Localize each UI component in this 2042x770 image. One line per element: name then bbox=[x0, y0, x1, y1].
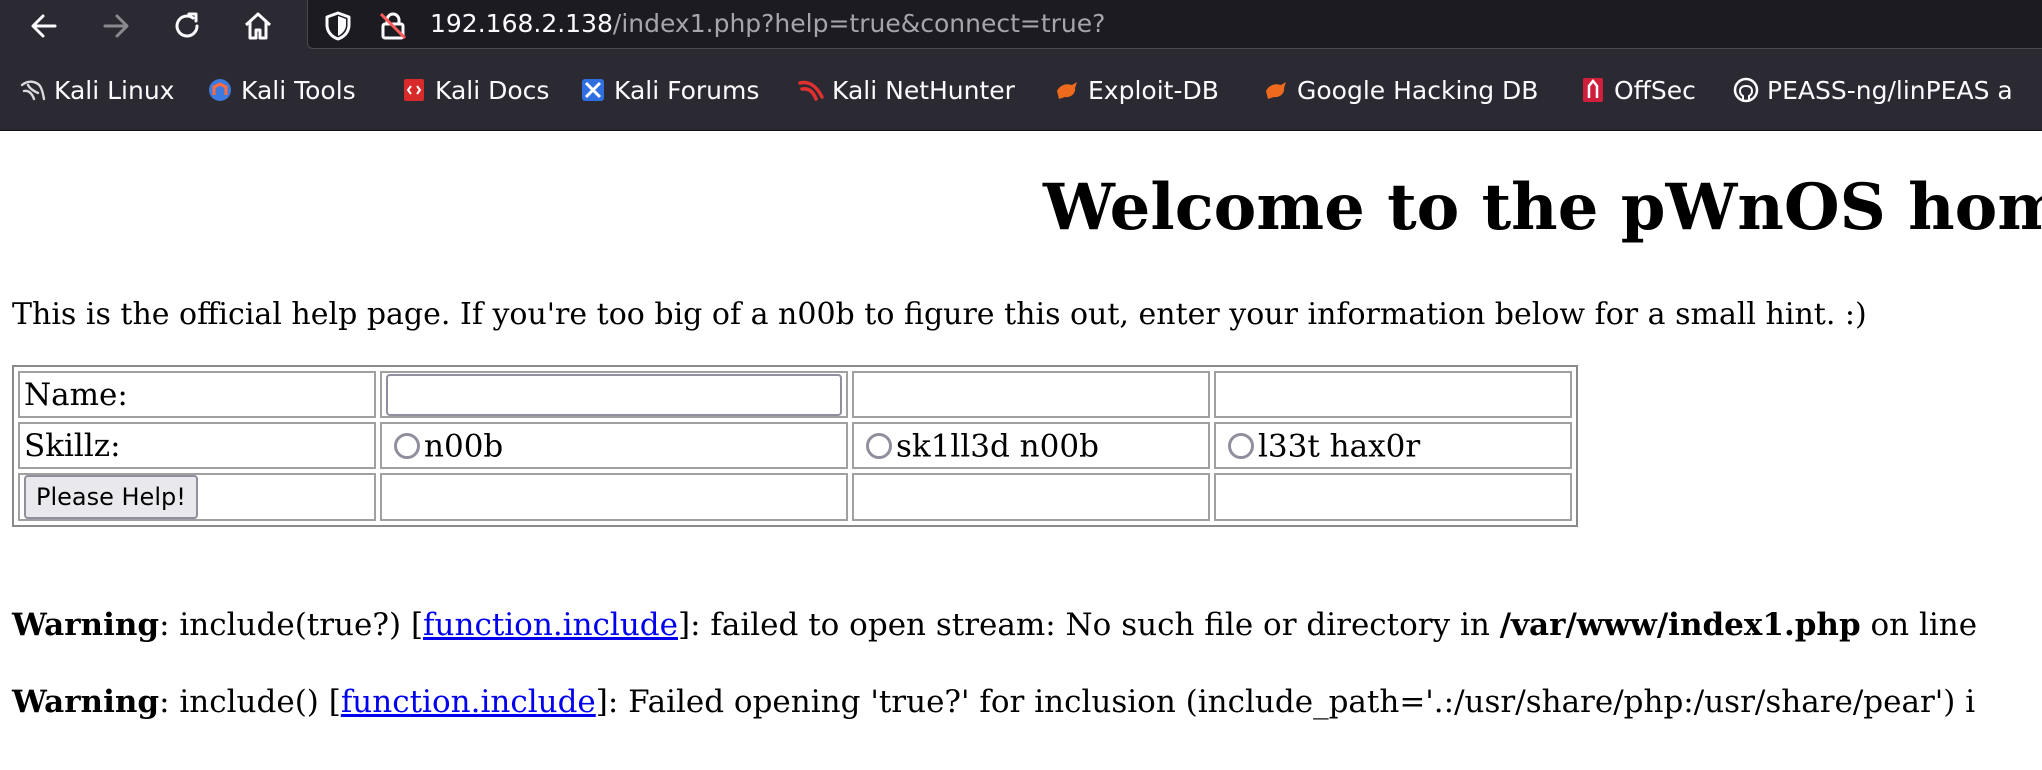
bookmarks-toolbar: Kali Linux Kali Tools Kali Docs Kali For… bbox=[0, 52, 2042, 131]
offsec-icon bbox=[1583, 78, 1603, 102]
help-form-table: Name: Skillz: n00b sk1ll3d n00b l33t hax… bbox=[12, 365, 1578, 527]
address-bar[interactable]: 192.168.2.138/index1.php?help=true&conne… bbox=[307, 0, 2042, 49]
warning-text: : include() [ bbox=[159, 684, 341, 720]
forward-button[interactable] bbox=[96, 6, 136, 46]
intro-text: This is the official help page. If you'r… bbox=[12, 297, 1867, 332]
function-include-link[interactable]: function.include bbox=[423, 607, 678, 643]
radio-button[interactable] bbox=[394, 433, 420, 460]
php-warning: Warning: include(true?) [function.includ… bbox=[12, 605, 1977, 645]
skill-option-n00b[interactable]: n00b bbox=[380, 422, 848, 469]
kali-tools-icon bbox=[209, 79, 231, 101]
browser-toolbar: 192.168.2.138/index1.php?help=true&conne… bbox=[0, 0, 2042, 52]
warning-text: ]: Failed opening 'true?' for inclusion … bbox=[595, 684, 1976, 720]
bookmark-label: PEASS-ng/linPEAS a bbox=[1767, 75, 2013, 105]
back-arrow-icon bbox=[31, 14, 57, 38]
bookmark-label: Kali Tools bbox=[241, 75, 356, 105]
empty-cell bbox=[1214, 371, 1572, 418]
bookmark-label: Kali NetHunter bbox=[832, 75, 1015, 105]
home-icon bbox=[244, 12, 272, 40]
radio-label: n00b bbox=[424, 428, 504, 465]
radio-label: l33t hax0r bbox=[1258, 428, 1421, 465]
reload-icon bbox=[175, 12, 199, 38]
skill-label: Skillz: bbox=[18, 422, 376, 469]
name-input[interactable] bbox=[386, 373, 842, 416]
bookmark-google-hacking-db[interactable]: Google Hacking DB bbox=[1263, 72, 1538, 108]
radio-button[interactable] bbox=[866, 433, 892, 460]
empty-cell bbox=[852, 371, 1210, 418]
empty-cell bbox=[852, 473, 1210, 521]
bookmark-peass-ng[interactable]: PEASS-ng/linPEAS a bbox=[1733, 72, 2013, 108]
shield-icon[interactable] bbox=[324, 11, 352, 41]
name-label: Name: bbox=[18, 371, 376, 418]
reload-button[interactable] bbox=[167, 6, 207, 46]
bookmark-kali-forums[interactable]: Kali Forums bbox=[580, 72, 759, 108]
bookmark-label: Kali Forums bbox=[614, 75, 760, 105]
bookmark-label: Google Hacking DB bbox=[1297, 75, 1539, 105]
warning-text: ]: failed to open stream: No such file o… bbox=[677, 607, 1500, 643]
kali-dragon-icon bbox=[20, 80, 46, 101]
submit-cell: Please Help! bbox=[18, 473, 376, 521]
page-content: Welcome to the pWnOS hom This is the off… bbox=[0, 131, 2042, 770]
empty-cell bbox=[1214, 473, 1572, 521]
bookmark-kali-linux[interactable]: Kali Linux bbox=[20, 72, 174, 108]
skill-option-skilled-n00b[interactable]: sk1ll3d n00b bbox=[852, 422, 1210, 469]
ghdb-icon bbox=[1266, 82, 1286, 99]
kali-forums-icon bbox=[582, 79, 604, 101]
exploit-db-icon bbox=[1057, 82, 1077, 99]
bookmark-exploit-db[interactable]: Exploit-DB bbox=[1054, 72, 1219, 108]
skill-row: Skillz: n00b sk1ll3d n00b l33t hax0r bbox=[18, 422, 1572, 469]
function-include-link[interactable]: function.include bbox=[341, 684, 596, 720]
page-title: Welcome to the pWnOS hom bbox=[1043, 170, 2042, 245]
bookmark-offsec[interactable]: OffSec bbox=[1580, 72, 1696, 108]
radio-label: sk1ll3d n00b bbox=[896, 428, 1099, 465]
warning-label: Warning bbox=[12, 684, 160, 720]
warning-label: Warning bbox=[12, 607, 160, 643]
github-icon bbox=[1733, 77, 1759, 103]
url-path: /index1.php?help=true&connect=true? bbox=[612, 9, 1106, 38]
kali-docs-icon bbox=[404, 79, 424, 101]
warning-text: : include(true?) [ bbox=[159, 607, 424, 643]
bookmark-label: Kali Docs bbox=[435, 75, 550, 105]
bookmark-label: Kali Linux bbox=[54, 75, 175, 105]
url-text[interactable]: 192.168.2.138/index1.php?help=true&conne… bbox=[430, 10, 1105, 38]
php-warning: Warning: include() [function.include]: F… bbox=[12, 682, 1975, 722]
submit-row: Please Help! bbox=[18, 473, 1572, 521]
bookmark-kali-nethunter[interactable]: Kali NetHunter bbox=[798, 72, 1015, 108]
insecure-lock-icon[interactable] bbox=[378, 11, 408, 41]
bookmark-kali-tools[interactable]: Kali Tools bbox=[207, 72, 356, 108]
radio-button[interactable] bbox=[1228, 433, 1254, 460]
forward-arrow-icon bbox=[103, 14, 129, 38]
warning-text: on line bbox=[1860, 607, 1978, 643]
kali-nethunter-icon bbox=[798, 80, 824, 101]
please-help-button[interactable]: Please Help! bbox=[24, 475, 198, 519]
name-row: Name: bbox=[18, 371, 1572, 418]
name-input-cell bbox=[380, 371, 848, 418]
url-host: 192.168.2.138 bbox=[430, 9, 613, 38]
empty-cell bbox=[380, 473, 848, 521]
bookmark-kali-docs[interactable]: Kali Docs bbox=[401, 72, 549, 108]
back-button[interactable] bbox=[24, 6, 64, 46]
home-button[interactable] bbox=[238, 6, 278, 46]
bookmark-label: OffSec bbox=[1614, 75, 1696, 105]
warning-path: /var/www/index1.php bbox=[1499, 607, 1861, 643]
bookmark-label: Exploit-DB bbox=[1088, 75, 1219, 105]
skill-option-l33t-hax0r[interactable]: l33t hax0r bbox=[1214, 422, 1572, 469]
